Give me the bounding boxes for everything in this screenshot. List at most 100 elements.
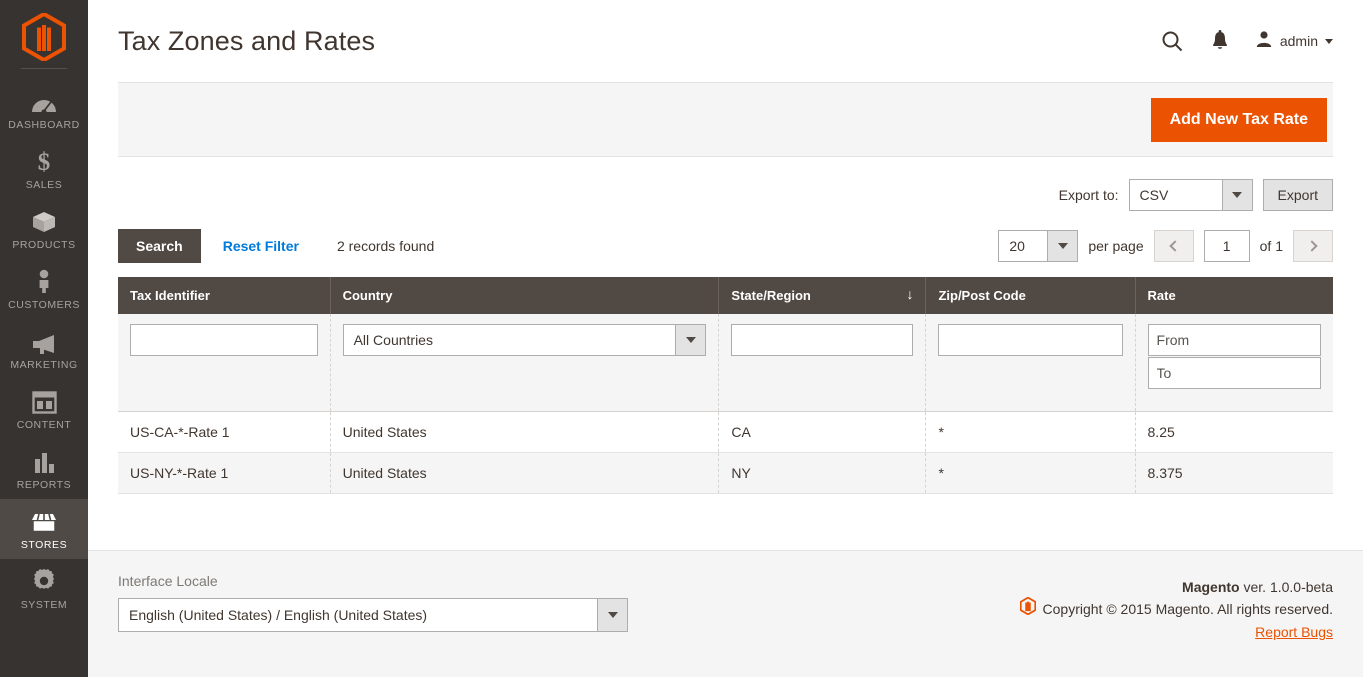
table-row[interactable]: US-NY-*-Rate 1 United States NY * 8.375 (118, 452, 1333, 494)
export-format-select[interactable]: CSV (1128, 179, 1253, 211)
layout-icon (31, 388, 57, 414)
user-avatar-icon (1255, 30, 1273, 53)
sidebar-divider (21, 68, 67, 69)
column-header-zip-post-code[interactable]: Zip/Post Code (925, 277, 1136, 314)
sidebar-item-dashboard[interactable]: DASHBOARD (0, 79, 88, 139)
reset-filter-link[interactable]: Reset Filter (223, 238, 299, 254)
table-body: All Countries From To US-CA-*-Rate 1 Uni… (118, 314, 1333, 494)
admin-name: admin (1279, 33, 1318, 49)
cell-country: United States (330, 411, 720, 453)
filter-country-value: All Countries (353, 332, 433, 348)
sidebar-item-sales[interactable]: $ SALES (0, 139, 88, 199)
sidebar-item-label: STORES (20, 539, 68, 551)
person-icon (31, 268, 57, 294)
cell-zip-post-code: * (925, 411, 1136, 453)
per-page-value: 20 (1009, 238, 1025, 254)
admin-menu[interactable]: admin (1255, 30, 1333, 53)
sidebar-item-marketing[interactable]: MARKETING (0, 319, 88, 379)
export-button[interactable]: Export (1262, 179, 1333, 211)
magento-logo-icon (1019, 596, 1036, 621)
filter-tax-identifier-input[interactable] (130, 324, 318, 356)
chevron-down-icon (1221, 180, 1252, 210)
copyright-text: Copyright © 2015 Magento. All rights res… (1042, 601, 1333, 617)
magento-logo-icon (22, 13, 66, 61)
per-page-label: per page (1088, 238, 1144, 254)
sidebar-item-reports[interactable]: REPORTS (0, 439, 88, 499)
bell-icon[interactable] (1207, 28, 1233, 54)
column-label: Rate (1147, 288, 1176, 303)
sidebar-item-label: REPORTS (16, 479, 72, 491)
version-text: ver. 1.0.0-beta (1239, 579, 1333, 595)
table-row[interactable]: US-CA-*-Rate 1 United States CA * 8.25 (118, 411, 1333, 453)
main-content: Tax Zones and Rates admin Add New Tax Ra… (88, 0, 1363, 677)
next-page-button[interactable] (1293, 230, 1333, 262)
cell-tax-identifier: US-CA-*-Rate 1 (118, 411, 331, 453)
top-bar: Tax Zones and Rates admin (88, 0, 1363, 82)
tax-rates-table: Tax Identifier Country State/Region ↓ Zi… (118, 277, 1333, 494)
sidebar-item-products[interactable]: PRODUCTS (0, 199, 88, 259)
page-number-input[interactable] (1203, 230, 1250, 262)
search-button[interactable]: Search (118, 229, 201, 263)
add-new-tax-rate-button[interactable]: Add New Tax Rate (1150, 97, 1327, 142)
locale-section: Interface Locale English (United States)… (118, 573, 628, 677)
filter-cell-state-region (718, 314, 927, 412)
sidebar-item-customers[interactable]: CUSTOMERS (0, 259, 88, 319)
sidebar-item-label: PRODUCTS (12, 239, 76, 251)
sidebar-item-content[interactable]: CONTENT (0, 379, 88, 439)
chevron-right-icon (1305, 240, 1318, 252)
filter-rate-from-input[interactable] (1147, 324, 1321, 356)
grid-container: Export to: CSV Export Search Reset Filte… (88, 157, 1363, 494)
column-label: State/Region (731, 288, 811, 303)
svg-text:$: $ (38, 149, 51, 174)
dashboard-icon (31, 88, 57, 114)
column-label: Country (342, 288, 393, 303)
filter-country-select[interactable]: All Countries (342, 324, 707, 356)
column-label: Tax Identifier (130, 288, 210, 303)
interface-locale-select[interactable]: English (United States) / English (Unite… (118, 598, 628, 632)
filter-rate-to-input[interactable] (1147, 357, 1321, 389)
previous-page-button[interactable] (1153, 230, 1194, 262)
filter-cell-tax-identifier (118, 314, 331, 412)
column-header-state-region[interactable]: State/Region ↓ (718, 277, 927, 314)
sidebar: DASHBOARD $ SALES PRODUCTS CUSTOMERS MAR… (0, 0, 88, 677)
chevron-down-icon (597, 599, 627, 631)
admin-page: DASHBOARD $ SALES PRODUCTS CUSTOMERS MAR… (0, 0, 1363, 677)
column-header-tax-identifier[interactable]: Tax Identifier (118, 277, 331, 314)
gear-icon (31, 568, 57, 594)
cell-state-region: NY (718, 452, 927, 494)
chevron-down-icon (675, 325, 706, 355)
chevron-down-icon (1325, 38, 1333, 44)
sidebar-item-stores[interactable]: STORES (0, 499, 88, 559)
bar-chart-icon (32, 448, 57, 474)
records-found-text: 2 records found (336, 238, 435, 254)
footer-info: Magento ver. 1.0.0-beta Copyright © 2015… (1019, 573, 1333, 677)
sidebar-item-label: CONTENT (16, 419, 72, 431)
report-bugs-link[interactable]: Report Bugs (1255, 621, 1333, 643)
sidebar-item-system[interactable]: SYSTEM (0, 559, 88, 619)
footer: Interface Locale English (United States)… (88, 550, 1363, 677)
search-icon[interactable] (1159, 28, 1185, 54)
filter-state-region-input[interactable] (731, 324, 914, 356)
sidebar-item-label: MARKETING (10, 359, 78, 371)
column-label: Zip/Post Code (938, 288, 1026, 303)
pagination: 20 per page of 1 (998, 230, 1333, 262)
sidebar-item-label: SALES (25, 179, 63, 191)
column-header-country[interactable]: Country (330, 277, 720, 314)
sidebar-item-label: SYSTEM (20, 599, 68, 611)
brand-name: Magento (1182, 579, 1240, 595)
filter-zip-post-code-input[interactable] (938, 324, 1123, 356)
megaphone-icon (30, 328, 58, 354)
filter-row: All Countries (118, 314, 1333, 412)
column-header-rate[interactable]: Rate (1135, 277, 1333, 314)
export-format-value: CSV (1139, 187, 1169, 203)
copyright-line: Copyright © 2015 Magento. All rights res… (1019, 596, 1333, 621)
grid-toolbar: Search Reset Filter 2 records found 20 p… (118, 229, 1333, 263)
cell-state-region: CA (718, 411, 927, 453)
interface-locale-label: Interface Locale (118, 573, 218, 589)
per-page-select[interactable]: 20 (998, 230, 1079, 262)
dollar-icon: $ (31, 148, 57, 174)
sidebar-item-label: CUSTOMERS (8, 299, 80, 311)
table-header: Tax Identifier Country State/Region ↓ Zi… (118, 277, 1333, 314)
magento-logo[interactable] (0, 6, 88, 68)
filter-cell-zip-post-code (925, 314, 1136, 412)
